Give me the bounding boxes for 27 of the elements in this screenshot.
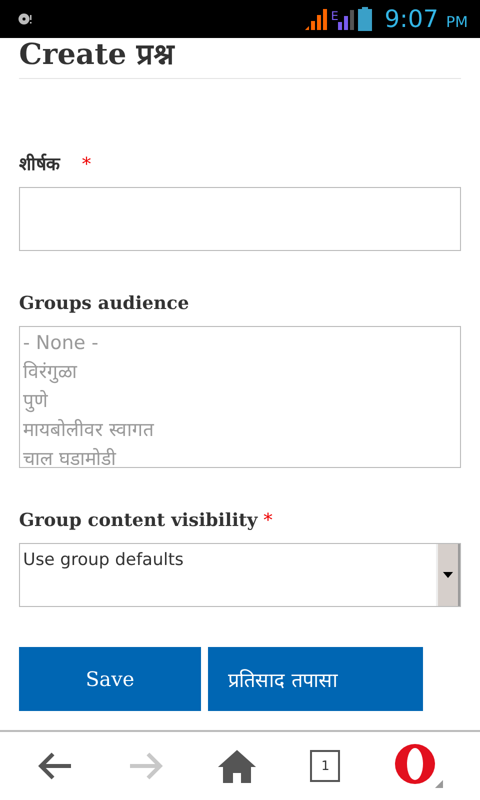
- back-arrow-icon[interactable]: [37, 751, 74, 781]
- tabs-button[interactable]: 1: [310, 750, 340, 782]
- signal-icon: [304, 8, 327, 30]
- list-option[interactable]: चाल घडामोडी: [23, 445, 457, 467]
- list-option[interactable]: मायबोलीवर स्वागत: [23, 416, 457, 445]
- signal-icon: [338, 8, 354, 30]
- list-option[interactable]: विरंगुळा: [23, 358, 457, 387]
- caret-icon: [443, 572, 453, 578]
- text-field[interactable]: [19, 187, 461, 251]
- browser-logo-icon[interactable]: [394, 744, 443, 788]
- list-option[interactable]: पुणे: [23, 387, 457, 416]
- required-marker: *: [263, 510, 272, 531]
- list-option[interactable]: - None -: [23, 329, 457, 358]
- clock: 9:07 PM: [384, 5, 468, 33]
- battery-icon: [358, 7, 372, 31]
- disc-icon: [18, 13, 32, 25]
- required-marker: *: [82, 154, 91, 175]
- field-label: Groups audience: [19, 293, 190, 314]
- field-label: Group content visibility: [19, 510, 258, 531]
- field-label: शीर्षक: [19, 152, 60, 175]
- page-title: Create प्रश्न: [19, 38, 461, 79]
- list-box[interactable]: - None - विरंगुळा पुणे मायबोलीवर स्वागत चाल घडामोडी: [19, 326, 461, 468]
- home-icon[interactable]: [218, 749, 256, 783]
- form-button[interactable]: प्रतिसाद तपासा: [208, 647, 423, 711]
- network-type: E: [330, 9, 338, 23]
- form-button[interactable]: Save: [19, 647, 201, 711]
- dropdown[interactable]: Use group defaults: [19, 543, 461, 607]
